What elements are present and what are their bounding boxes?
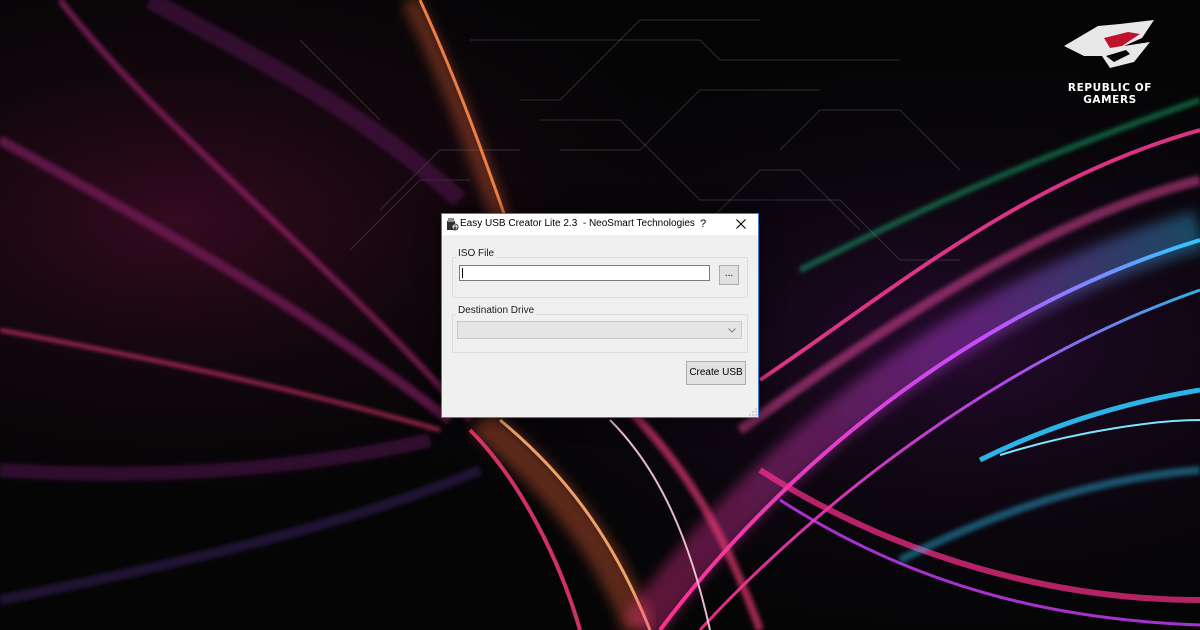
rog-brand-text: REPUBLIC OF GAMERS <box>1058 82 1162 106</box>
rog-brand-line1: REPUBLIC OF <box>1067 82 1153 94</box>
usb-app-icon <box>445 217 459 231</box>
rog-logo: REPUBLIC OF GAMERS <box>1058 16 1162 112</box>
iso-file-input[interactable] <box>459 265 710 281</box>
browse-button[interactable]: ... <box>719 265 739 285</box>
create-usb-button[interactable]: Create USB <box>686 361 746 385</box>
close-icon <box>736 219 746 229</box>
window-title: Easy USB Creator Lite 2.3 - NeoSmart Tec… <box>460 218 695 229</box>
close-button[interactable] <box>726 214 756 235</box>
chevron-down-icon <box>728 328 736 333</box>
destination-drive-dropdown[interactable] <box>457 321 742 339</box>
help-button[interactable]: ? <box>690 214 716 235</box>
rog-brand-line2: GAMERS <box>1083 94 1137 106</box>
rog-eye-icon <box>1064 20 1154 68</box>
resize-grip-icon[interactable] <box>749 408 757 416</box>
app-window: Easy USB Creator Lite 2.3 - NeoSmart Tec… <box>441 213 759 418</box>
status-bar <box>442 401 758 417</box>
destination-drive-label: Destination Drive <box>456 305 537 316</box>
text-caret <box>462 268 463 278</box>
title-bar[interactable]: Easy USB Creator Lite 2.3 - NeoSmart Tec… <box>442 214 758 235</box>
iso-file-label: ISO File <box>456 248 497 259</box>
